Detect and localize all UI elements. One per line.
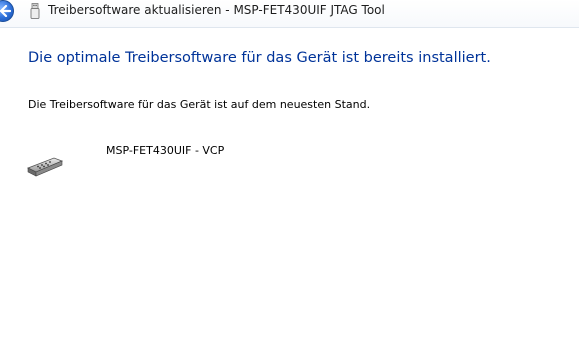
title-bar: Treibersoftware aktualisieren - MSP-FET4… [0,0,579,28]
usb-device-icon [30,3,40,19]
back-button[interactable] [0,0,14,22]
serial-port-icon [27,157,64,177]
page-heading: Die optimale Treibersoftware für das Ger… [28,50,491,66]
device-name: MSP-FET430UIF - VCP [106,144,225,157]
status-description: Die Treibersoftware für das Gerät ist au… [28,98,371,111]
window-title: Treibersoftware aktualisieren - MSP-FET4… [48,3,385,17]
back-arrow-icon [0,5,11,17]
